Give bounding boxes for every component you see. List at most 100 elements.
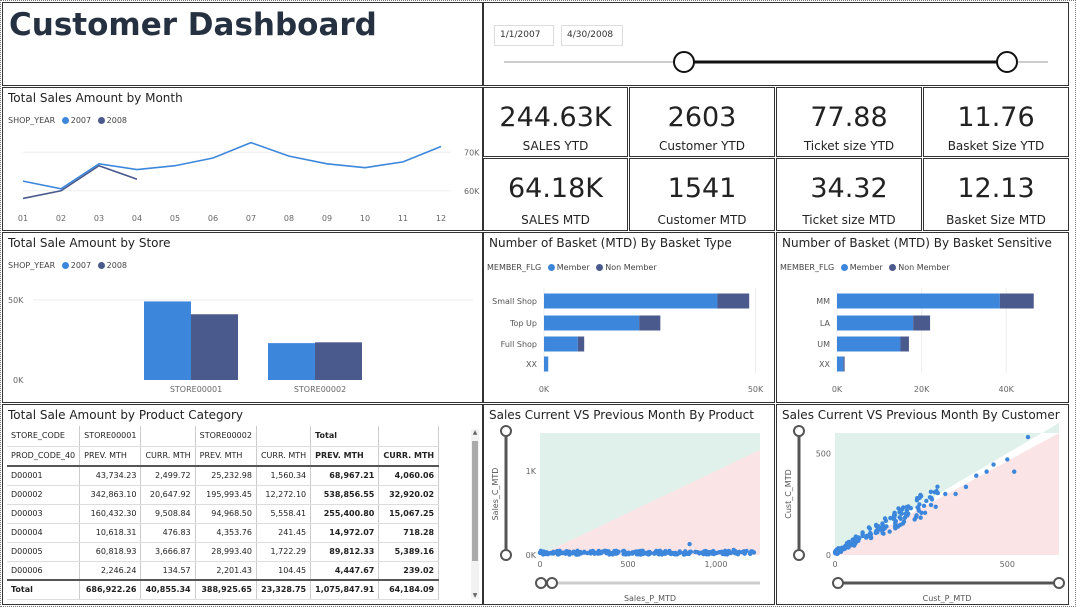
table-row[interactable]: D00006 2,246.24 134.57 2,201.43 104.45 4,447.… (7, 561, 440, 581)
table-cell[interactable]: 1,560.34 (256, 466, 312, 486)
matrix-scrollbar[interactable]: ▲ ▼ (471, 429, 479, 599)
kpi-label: Ticket size MTD (802, 213, 896, 227)
scatter-point (538, 548, 544, 554)
scatter-customer-panel: Sales Current VS Previous Month By Custo… (776, 404, 1069, 605)
table-cell[interactable]: 195,993.45 (195, 485, 257, 505)
x-tick-label: 40K (999, 385, 1015, 394)
table-cell[interactable]: 718.28 (378, 523, 440, 543)
table-cell[interactable]: 25,232.98 (195, 466, 257, 486)
table-row[interactable]: D00003 160,432.30 9,508.84 94,968.50 5,558.4… (7, 504, 440, 524)
table-cell[interactable]: 12,272.10 (256, 485, 312, 505)
table-cell[interactable]: 4,447.67 (310, 561, 380, 581)
scatter-point (672, 551, 677, 557)
table-cell[interactable]: 2,201.43 (195, 561, 257, 581)
table-row[interactable]: D00004 10,618.31 476.83 4,353.76 241.45 14,97… (7, 523, 440, 543)
y-slider-handle[interactable] (793, 425, 805, 437)
table-cell[interactable]: 2,499.72 (140, 466, 196, 486)
date-range-slider[interactable] (484, 3, 1069, 86)
scrollbar-thumb[interactable] (472, 441, 478, 561)
scatter-point (847, 542, 852, 547)
table-cell[interactable]: 5,389.16 (378, 542, 440, 562)
table-cell[interactable]: 241.45 (256, 523, 312, 543)
line-chart[interactable]: 60K 70K 01 02 03 04 05 06 07 08 09 10 11 12 (3, 88, 483, 231)
table-cell[interactable]: 239.02 (378, 561, 440, 581)
table-cell[interactable]: 68,967.21 (310, 466, 380, 486)
scatter-point (598, 550, 603, 555)
x-slider-handle[interactable] (535, 577, 547, 589)
store-bar-chart[interactable]: 50K 0K STORE00001 STORE00002 (3, 233, 483, 403)
x-slider-handle[interactable] (1053, 577, 1065, 589)
slider-start-handle[interactable] (673, 51, 695, 73)
scatter-point (933, 504, 938, 509)
category-label: MM (816, 297, 830, 306)
series-line-2007 (22, 141, 442, 190)
table-cell[interactable]: 4,060.06 (378, 466, 440, 486)
table-cell[interactable]: 134.57 (140, 561, 196, 581)
scroll-down-icon[interactable]: ▼ (471, 592, 479, 599)
kpi-value: 12.13 (957, 173, 1035, 204)
table-row[interactable]: D00002 342,863.10 20,647.92 195,993.45 12,27… (7, 485, 440, 505)
x-slider-handle[interactable] (832, 577, 844, 589)
table-cell[interactable]: 4,353.76 (195, 523, 257, 543)
table-cell[interactable]: 28,993.40 (195, 542, 257, 562)
table-row[interactable]: D00005 60,818.93 3,666.87 28,993.40 1,722.29… (7, 542, 440, 562)
kpi-ticket-mtd: 34.32 Ticket size MTD (776, 158, 922, 231)
table-cell[interactable]: 94,968.50 (195, 504, 257, 524)
scatter-point (742, 551, 747, 556)
scatter-point (593, 550, 598, 555)
scroll-up-icon[interactable]: ▲ (471, 429, 479, 436)
scatter-point (882, 516, 888, 521)
table-cell[interactable]: 342,863.10 (79, 485, 142, 505)
x-tick-label: 1,000 (705, 560, 728, 569)
table-cell[interactable]: D00006 (7, 561, 81, 581)
sales-by-store-panel: Total Sale Amount by Store SHOP_YEAR 200… (2, 232, 483, 403)
table-cell[interactable]: 20,647.92 (140, 485, 196, 505)
scatter-point (602, 548, 607, 553)
bar-Top Up-Non-Member (639, 315, 661, 331)
basket-type-chart[interactable]: 0K 50K Small Shop Top Up Full Shop XX (484, 233, 775, 403)
scatter-customer-chart[interactable]: 0 500 0 500 Cust_P_MTD Cust_C_MTD (777, 405, 1069, 605)
table-cell[interactable]: 14,972.07 (310, 523, 380, 543)
y-slider-handle[interactable] (500, 425, 512, 437)
table-cell[interactable]: D00005 (7, 542, 81, 562)
scatter-point (934, 488, 939, 494)
table-cell[interactable]: 9,508.84 (140, 504, 196, 524)
column-header: PROD_CODE_40 (7, 446, 81, 467)
table-cell[interactable]: D00001 (7, 466, 81, 486)
bar-XX-Non-Member (843, 356, 845, 372)
table-cell[interactable]: D00004 (7, 523, 81, 543)
table-cell[interactable]: 60,818.93 (79, 542, 142, 562)
table-cell[interactable]: 160,432.30 (79, 504, 142, 524)
y-tick-label: 0 (826, 551, 831, 560)
total-cell: Total (7, 579, 81, 600)
x-tick-label: STORE00002 (294, 385, 346, 394)
table-cell[interactable]: D00003 (7, 504, 81, 524)
scatter-product-chart[interactable]: 0 500 1,000 0K 1K Sales_P_MTD Sales_C_MTD (484, 405, 775, 605)
table-cell[interactable]: 43,734.23 (79, 466, 142, 486)
table-cell[interactable]: 5,558.41 (256, 504, 312, 524)
basket-sensitive-chart[interactable]: 0K 20K 40K MM LA UM XX (777, 233, 1069, 403)
table-cell[interactable]: 15,067.25 (378, 504, 440, 524)
table-cell[interactable]: 538,856.55 (310, 485, 380, 505)
table-cell[interactable]: 3,666.87 (140, 542, 196, 562)
table-cell[interactable]: 255,400.80 (310, 504, 380, 524)
x-tick-label: 0K (832, 385, 843, 394)
table-cell[interactable]: 10,618.31 (79, 523, 142, 543)
basket-type-panel: Number of Basket (MTD) By Basket Type ME… (483, 232, 775, 403)
y-slider-handle[interactable] (500, 549, 512, 561)
scatter-point (874, 523, 879, 529)
table-cell[interactable]: 104.45 (256, 561, 312, 581)
slider-end-handle[interactable] (996, 51, 1018, 73)
table-cell[interactable]: 1,722.29 (256, 542, 312, 562)
category-label: LA (820, 319, 831, 328)
table-cell[interactable]: 32,920.02 (378, 485, 440, 505)
scatter-point (918, 493, 924, 499)
table-row[interactable]: D00001 43,734.23 2,499.72 25,232.98 1,560.34… (7, 466, 440, 486)
table-cell[interactable]: 2,246.24 (79, 561, 142, 581)
x-slider-handle[interactable] (546, 577, 558, 589)
table-cell[interactable]: D00002 (7, 485, 81, 505)
y-slider-handle[interactable] (793, 549, 805, 561)
table-cell[interactable]: 89,812.33 (310, 542, 380, 562)
table-cell[interactable]: 476.83 (140, 523, 196, 543)
scatter-point (898, 516, 903, 521)
